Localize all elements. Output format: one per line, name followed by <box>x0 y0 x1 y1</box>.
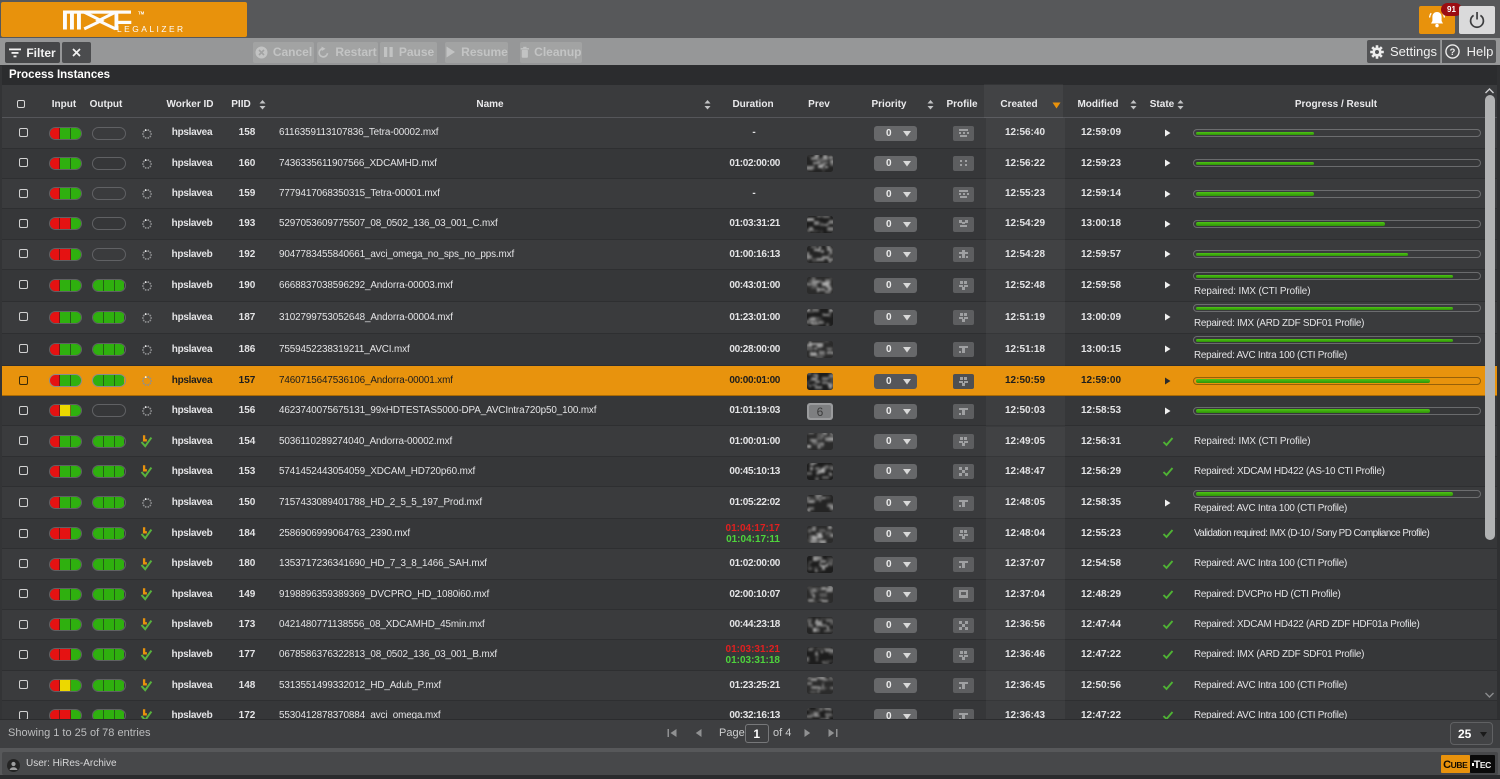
svg-text:LEGALIZER: LEGALIZER <box>117 23 186 33</box>
svg-text:?: ? <box>1449 47 1455 57</box>
svg-text:TM: TM <box>138 10 145 15</box>
svg-text:6: 6 <box>817 405 824 419</box>
